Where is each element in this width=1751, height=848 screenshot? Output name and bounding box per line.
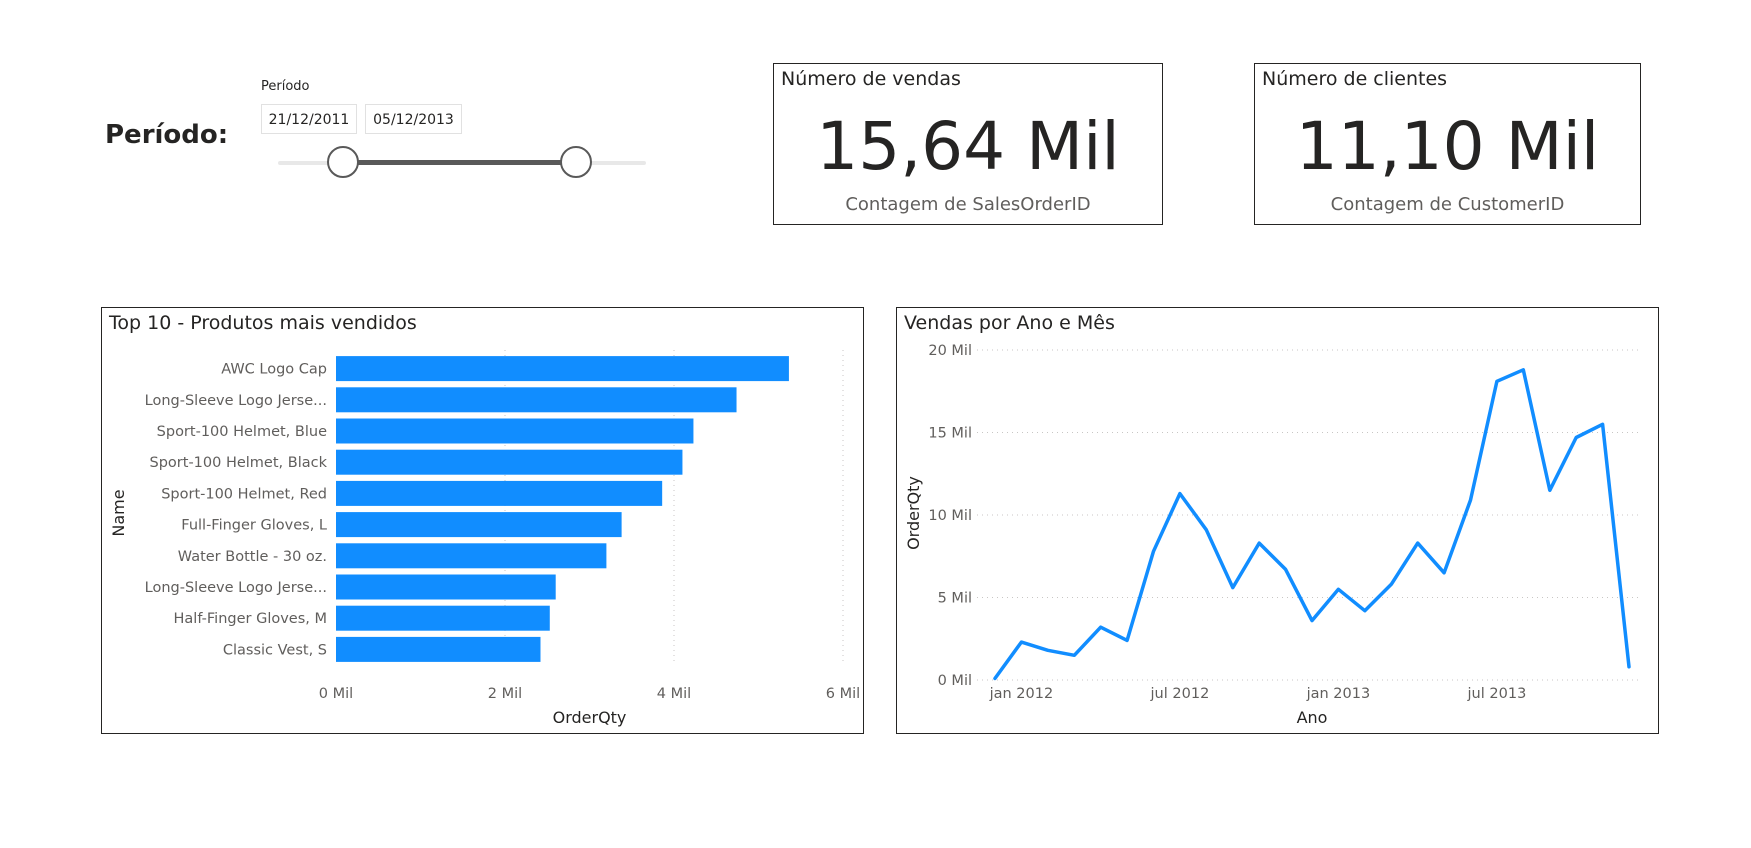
sales-line-series — [993, 368, 1631, 681]
line-y-tick-label: 10 Mil — [928, 508, 972, 524]
bar-category-label: Water Bottle - 30 oz. — [178, 549, 327, 565]
bar-chart-plot: AWC Logo Cap Long-Sleeve Logo Jerse... Spo… — [109, 350, 860, 727]
slider-end-handle[interactable] — [560, 146, 592, 178]
bar — [336, 418, 694, 444]
bar-category-label: Sport-100 Helmet, Black — [150, 455, 328, 471]
bar-x-tick-label: 0 Mil — [319, 686, 353, 702]
bar-x-axis-label: OrderQty — [553, 708, 627, 727]
bar-x-tick-label: 2 Mil — [488, 686, 522, 702]
bar-category-label: Sport-100 Helmet, Red — [161, 486, 327, 502]
bar — [336, 449, 683, 475]
kpi-clientes-title: Número de clientes — [1262, 68, 1448, 90]
slicer-title: Período — [261, 79, 310, 94]
sales-by-month-chart[interactable]: Vendas por Ano e Mês 0 Mil 5 Mil 10 Mil 15 … — [896, 307, 1659, 734]
bar-category-label: Sport-100 Helmet, Blue — [157, 424, 327, 440]
bar — [336, 543, 607, 569]
kpi-vendas-title: Número de vendas — [781, 68, 961, 90]
kpi-clientes-value: 11,10 Mil — [1295, 108, 1600, 185]
line-x-tick-label: jul 2013 — [1467, 686, 1527, 702]
start-date-input[interactable]: 21/12/2011 — [261, 104, 357, 134]
date-range-slider-fill — [343, 160, 576, 165]
bar-y-axis-label: Name — [109, 489, 128, 536]
bar — [336, 636, 541, 662]
bar — [336, 512, 622, 538]
end-date-input[interactable]: 05/12/2013 — [365, 104, 462, 134]
kpi-clientes-subtitle: Contagem de CustomerID — [1330, 194, 1565, 215]
line-y-tick-label: 20 Mil — [928, 343, 972, 359]
bar — [336, 480, 663, 506]
line-x-tick-label: jul 2012 — [1150, 686, 1210, 702]
bar-category-label: Full-Finger Gloves, L — [181, 518, 327, 534]
bar — [336, 574, 556, 600]
kpi-vendas-subtitle: Contagem de SalesOrderID — [845, 194, 1091, 215]
period-heading: Período: — [105, 120, 229, 150]
bar-category-label: AWC Logo Cap — [221, 362, 327, 378]
slider-start-handle[interactable] — [327, 146, 359, 178]
top-products-chart[interactable]: Top 10 - Produtos mais vendidos AWC Logo… — [101, 307, 864, 734]
line-x-axis-label: Ano — [1297, 708, 1328, 727]
bar — [336, 605, 550, 631]
line-y-axis-label: OrderQty — [904, 476, 923, 550]
bar-x-tick-label: 4 Mil — [657, 686, 691, 702]
line-y-tick-label: 5 Mil — [938, 591, 972, 607]
kpi-vendas-value: 15,64 Mil — [816, 108, 1120, 185]
bar-category-label: Long-Sleeve Logo Jerse... — [145, 580, 327, 596]
bar — [336, 356, 789, 382]
bar — [336, 387, 737, 413]
kpi-card-clientes[interactable]: Número de clientes 11,10 Mil Contagem de… — [1254, 63, 1641, 225]
line-x-tick-label: jan 2012 — [989, 686, 1054, 702]
line-y-tick-label: 15 Mil — [928, 426, 972, 442]
line-chart-plot: 0 Mil 5 Mil 10 Mil 15 Mil 20 Mil jan 2012 jul … — [904, 343, 1638, 727]
kpi-card-vendas[interactable]: Número de vendas 15,64 Mil Contagem de S… — [773, 63, 1163, 225]
bar-category-label: Classic Vest, S — [223, 642, 327, 658]
bar-category-label: Long-Sleeve Logo Jerse... — [145, 393, 327, 409]
bar-x-tick-label: 6 Mil — [826, 686, 860, 702]
bar-category-label: Half-Finger Gloves, M — [174, 611, 327, 627]
line-x-tick-label: jan 2013 — [1306, 686, 1371, 702]
line-y-tick-label: 0 Mil — [938, 673, 972, 689]
